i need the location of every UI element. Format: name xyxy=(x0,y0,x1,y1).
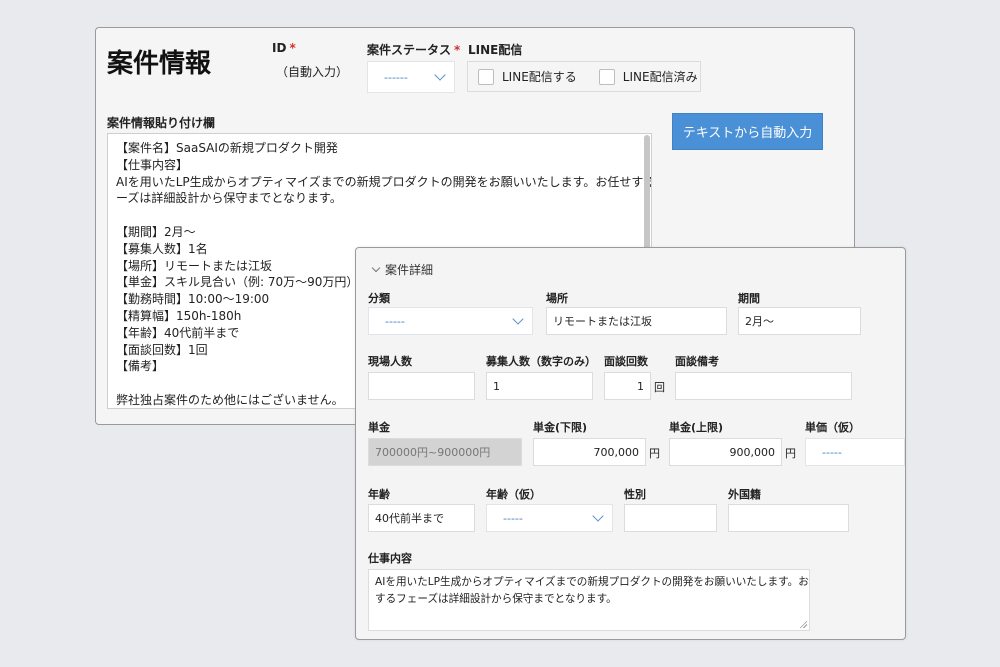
line-sent-checkbox[interactable] xyxy=(598,68,615,85)
onsite-count-label: 現場人数 xyxy=(368,355,412,368)
interview-unit: 回 xyxy=(654,381,665,394)
location-input[interactable]: リモートまたは江坂 xyxy=(546,307,727,335)
location-label: 場所 xyxy=(546,292,568,305)
age-label: 年齢 xyxy=(368,488,390,501)
age-tentative-value: ----- xyxy=(503,511,523,525)
paste-text-line xyxy=(116,207,643,224)
page-title: 案件情報 xyxy=(107,49,212,79)
interview-note-input[interactable] xyxy=(675,372,852,400)
job-textarea[interactable]: AIを用いたLP生成からオプティマイズまでの新規プロダクトの開発をお願いいたしま… xyxy=(368,569,810,631)
status-label: 案件ステータス * xyxy=(367,41,460,58)
period-input[interactable]: 2月～ xyxy=(738,307,861,335)
id-label-text: ID xyxy=(272,41,287,55)
detail-section-header[interactable]: 案件詳細 xyxy=(371,261,434,278)
recruit-count-label: 募集人数（数字のみ） xyxy=(486,355,596,368)
price-tentative-label: 単価（仮） xyxy=(805,421,860,434)
onsite-count-input[interactable] xyxy=(368,372,475,400)
paste-text-line: ーズは詳細設計から保守までとなります。 xyxy=(116,191,342,206)
status-label-text: 案件ステータス xyxy=(367,43,452,57)
gender-input[interactable] xyxy=(624,504,717,532)
job-text: AIを用いたLP生成からオプティマイズまでの新規プロダクトの開発をお願いいたしま… xyxy=(375,574,810,608)
paste-text-line: 【仕事内容】 xyxy=(116,157,189,172)
price-max-unit: 円 xyxy=(785,447,796,460)
paste-text-line: 【案件名】SaaSAIの新規プロダクト開発 xyxy=(116,141,338,155)
price-input: 700000円~900000円 xyxy=(368,438,522,466)
chevron-down-icon xyxy=(592,510,604,522)
job-label: 仕事内容 xyxy=(368,552,412,565)
price-max-label: 単金(上限) xyxy=(669,421,724,434)
line-label: LINE配信 xyxy=(468,43,523,57)
price-min-unit: 円 xyxy=(649,447,660,460)
interview-note-label: 面談備考 xyxy=(675,355,719,368)
id-label: ID * xyxy=(272,41,296,55)
paste-area-label: 案件情報貼り付け欄 xyxy=(107,116,216,130)
auto-fill-button[interactable]: テキストから自動入力 xyxy=(672,113,823,150)
category-select[interactable]: ----- xyxy=(368,307,533,335)
job-text-line: AIを用いたLP生成からオプティマイズまでの新規プロダクトの開発をお願いいたしま… xyxy=(375,576,810,588)
chevron-down-icon xyxy=(371,263,381,273)
price-min-label: 単金(下限) xyxy=(533,421,588,434)
price-min-input[interactable]: 700,000 xyxy=(533,438,646,466)
line-options: LINE配信する LINE配信済み xyxy=(467,61,701,92)
id-value: （自動入力） xyxy=(276,65,349,79)
case-detail-panel: 案件詳細 分類 ----- 場所 リモートまたは江坂 期間 2月～ 現場人数 募… xyxy=(355,247,906,640)
paste-text-line: AIを用いたLP生成からオプティマイズまでの新規プロダクトの開発をお願いいたしま… xyxy=(116,174,652,189)
line-sent-label: LINE配信済み xyxy=(622,70,698,84)
chevron-down-icon xyxy=(434,69,446,81)
age-tentative-select[interactable]: ----- xyxy=(486,504,613,532)
category-label: 分類 xyxy=(368,292,390,305)
interview-count-input[interactable]: 1 xyxy=(604,372,651,400)
age-tentative-label: 年齢（仮） xyxy=(486,488,541,501)
price-tentative-value: ----- xyxy=(822,445,842,459)
category-select-value: ----- xyxy=(385,314,405,328)
chevron-down-icon xyxy=(512,313,524,325)
line-send-checkbox[interactable] xyxy=(478,68,494,85)
required-mark: * xyxy=(289,41,296,55)
gender-label: 性別 xyxy=(624,488,646,501)
paste-text-line: 【期間】2月～ xyxy=(116,224,196,239)
status-select[interactable]: ------ xyxy=(367,61,455,93)
age-input[interactable]: 40代前半まで xyxy=(368,504,475,532)
resize-handle[interactable] xyxy=(799,620,807,628)
foreign-input[interactable] xyxy=(728,504,849,532)
price-tentative-select[interactable]: ----- xyxy=(805,438,905,466)
foreign-label: 外国籍 xyxy=(728,488,761,501)
line-send-label: LINE配信する xyxy=(502,70,577,84)
price-label: 単金 xyxy=(368,421,390,434)
period-label: 期間 xyxy=(738,292,760,305)
interview-count-label: 面談回数 xyxy=(604,355,648,368)
detail-section-title: 案件詳細 xyxy=(385,263,434,277)
recruit-count-input[interactable]: 1 xyxy=(486,372,593,400)
job-text-line: するフェーズは詳細設計から保守までとなります。 xyxy=(375,593,617,605)
required-mark: * xyxy=(454,43,461,57)
price-max-input[interactable]: 900,000 xyxy=(669,438,782,466)
status-select-value: ------ xyxy=(384,70,408,84)
